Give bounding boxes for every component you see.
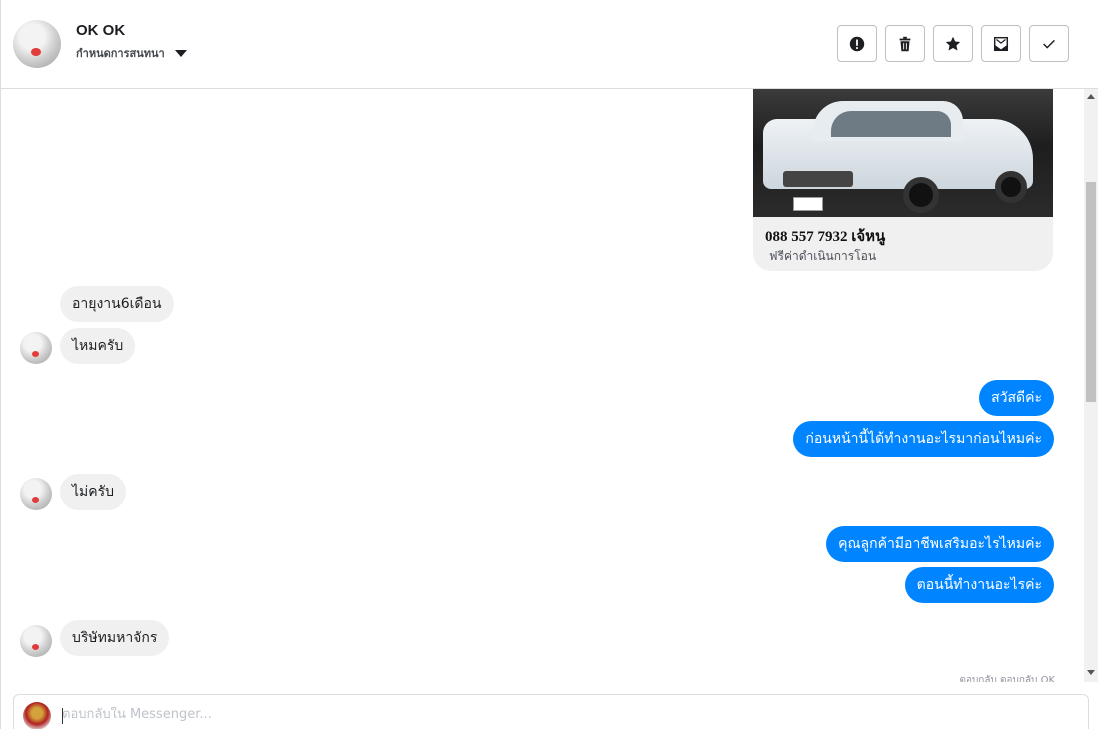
conversation-label: กำหนดการสนทนา	[76, 47, 165, 60]
sender-avatar[interactable]	[20, 478, 52, 510]
outgoing-message[interactable]: ตอนนี้ทำงานอะไรค่ะ	[904, 567, 1054, 603]
truck-window-shape	[831, 111, 951, 137]
message-row: คุณลูกค้ามีอาชีพเสริมอะไรไหมค่ะ	[826, 526, 1054, 562]
outgoing-message[interactable]: ก่อนหน้านี้ได้ทำงานอะไรมาก่อนไหมค่ะ	[793, 421, 1054, 457]
truck-grille-shape	[783, 171, 853, 187]
sender-avatar[interactable]	[20, 332, 52, 364]
alert-icon	[849, 36, 865, 51]
wheel-shape	[903, 177, 939, 213]
message-list[interactable]: 088 557 7932 เจ้หนู ฟรีค่าดำเนินการโอน อ…	[1, 89, 1085, 682]
message-row: ไหมครับ	[60, 328, 136, 364]
delete-button[interactable]	[885, 25, 925, 62]
conversation-header: OK OK กำหนดการสนทนา	[1, 0, 1098, 89]
done-button[interactable]	[1029, 25, 1069, 62]
scroll-up-icon[interactable]	[1087, 94, 1095, 99]
reply-input[interactable]	[62, 707, 962, 722]
incoming-message[interactable]: ไหมครับ	[60, 328, 136, 364]
contact-name[interactable]: OK OK	[76, 22, 125, 39]
incoming-message[interactable]: อายุงาน6เดือน	[60, 286, 174, 322]
incoming-message[interactable]: ไม่ครับ	[60, 474, 127, 510]
contact-avatar[interactable]	[13, 20, 61, 68]
conversation-label-dropdown[interactable]: กำหนดการสนทนา	[76, 44, 187, 62]
incoming-message[interactable]: บริษัทมหาจักร	[60, 620, 170, 656]
messenger-app: OK OK กำหนดการสนทนา 088 557 7932 เจ้หนู …	[0, 0, 1098, 729]
caret-down-icon	[174, 49, 187, 57]
message-row: อายุงาน6เดือน	[60, 286, 174, 322]
outgoing-message[interactable]: สวัสดีค่ะ	[979, 380, 1054, 416]
message-row: ตอนนี้ทำงานอะไรค่ะ	[904, 567, 1054, 603]
mark-spam-button[interactable]	[837, 25, 877, 62]
envelope-icon	[993, 36, 1009, 51]
star-icon	[945, 36, 961, 50]
scroll-down-icon[interactable]	[1087, 670, 1095, 675]
outgoing-message[interactable]: คุณลูกค้ามีอาชีพเสริมอะไรไหมค่ะ	[826, 526, 1054, 562]
message-row: ก่อนหน้านี้ได้ทำงานอะไรมาก่อนไหมค่ะ	[793, 421, 1054, 457]
message-row: ไม่ครับ	[60, 474, 127, 510]
message-composer	[13, 694, 1089, 729]
message-row: บริษัทมหาจักร	[60, 620, 170, 656]
text-cursor	[62, 708, 63, 724]
scrollbar-thumb[interactable]	[1086, 182, 1096, 402]
header-actions	[837, 25, 1069, 62]
check-icon	[1043, 39, 1055, 49]
product-attachment[interactable]: 088 557 7932 เจ้หนู ฟรีค่าดำเนินการโอน	[753, 89, 1053, 271]
wheel-shape	[995, 171, 1027, 203]
product-image[interactable]	[753, 89, 1053, 217]
message-row: สวัสดีค่ะ	[979, 380, 1054, 416]
plate-shape	[793, 197, 823, 211]
page-avatar	[23, 702, 51, 729]
star-button[interactable]	[933, 25, 973, 62]
product-subtitle: ฟรีค่าดำเนินการโอน	[769, 249, 877, 263]
mark-unread-button[interactable]	[981, 25, 1021, 62]
trash-icon	[899, 36, 911, 51]
product-title: 088 557 7932 เจ้หนู	[765, 229, 886, 245]
seen-note: ตอบกลับ ตอบกลับ OK	[959, 675, 1055, 682]
sender-avatar[interactable]	[20, 625, 52, 657]
